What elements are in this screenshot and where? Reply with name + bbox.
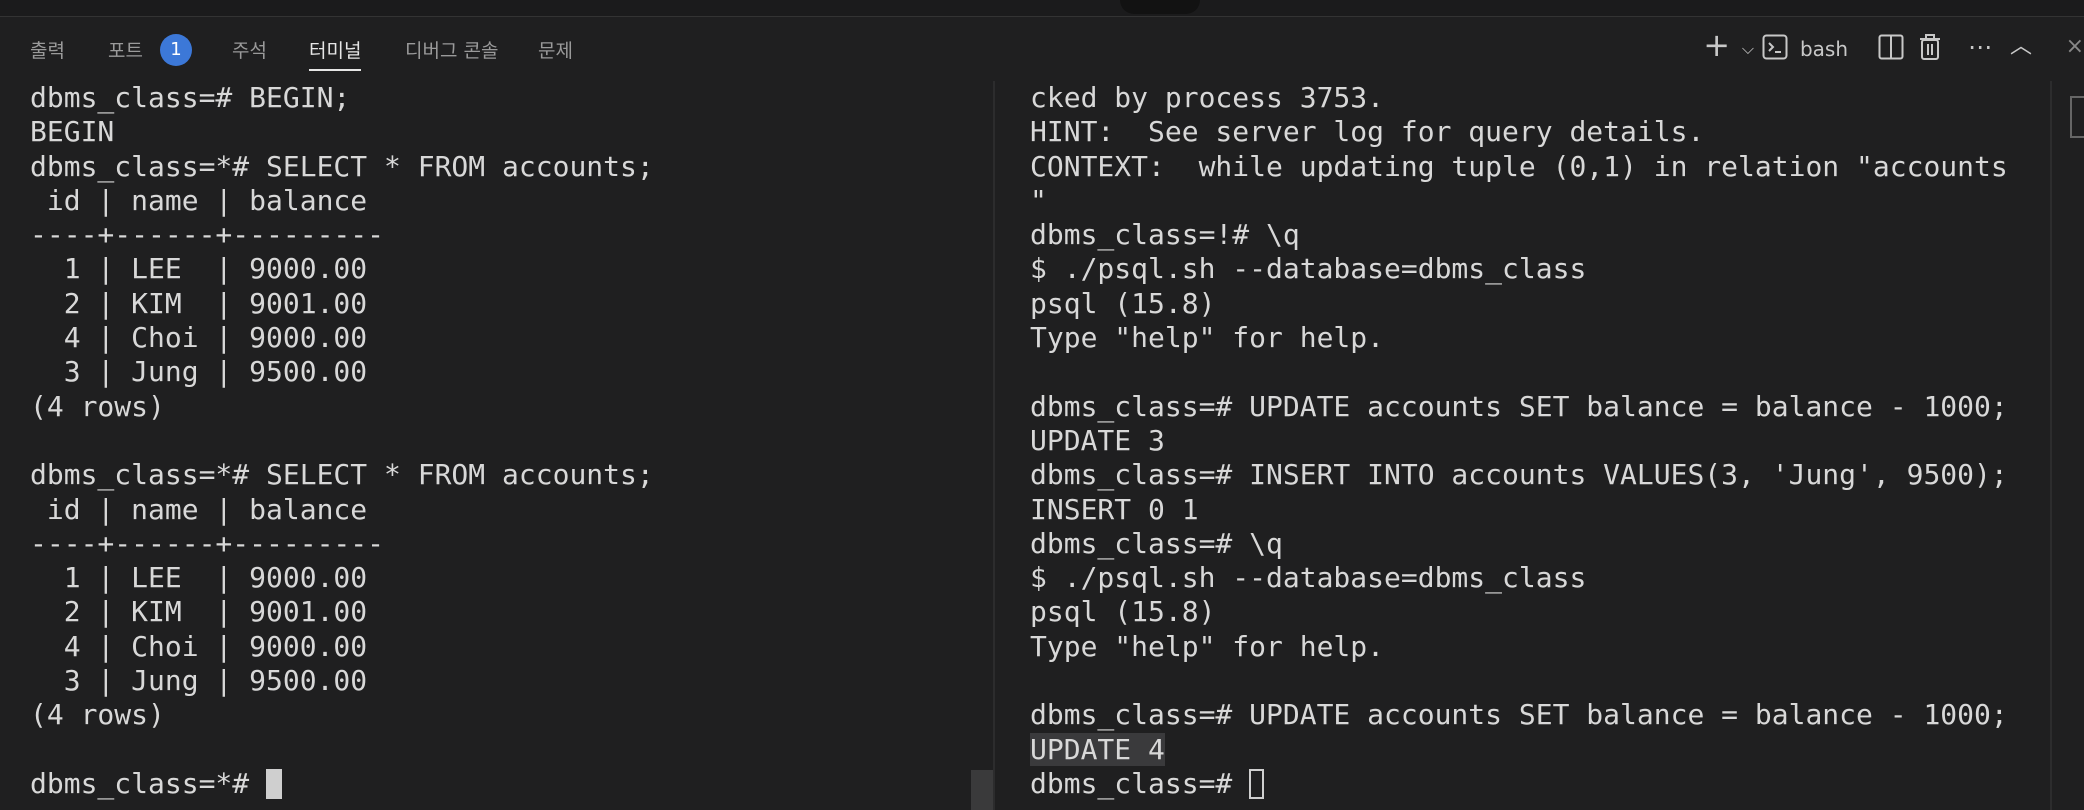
left-pane-scrollbar[interactable] [971,770,993,810]
terminal-line: 2 | KIM | 9001.00 [30,595,368,629]
close-icon[interactable]: × [2066,31,2084,63]
terminal-line: id | name | balance [30,492,368,526]
window-top-strip [0,0,2084,17]
terminal-prompt: dbms_class=*# [30,766,267,800]
chevron-down-icon[interactable]: ⌵ [1742,33,1754,65]
terminal-icon[interactable] [1762,34,1788,68]
terminal-line: Type "help" for help. [1030,321,1385,355]
terminal-output-left: dbms_class=# BEGIN; BEGIN dbms_class=*# … [30,81,970,801]
terminal-line: psql (15.8) [1030,286,1216,320]
terminal-line: 1 | LEE | 9000.00 [30,561,368,595]
terminal-line: Type "help" for help. [1030,629,1385,663]
terminal-pane-right[interactable]: cked by process 3753. HINT: See server l… [1030,81,2020,810]
tab-debug-console[interactable]: 디버그 콘솔 [405,39,498,63]
tab-terminal[interactable]: 터미널 [309,39,362,71]
terminal-line: dbms_class=# BEGIN; [30,81,351,114]
terminal-line: (4 rows) [30,389,165,423]
right-pane-scrollbar[interactable] [2050,81,2052,810]
terminal-line: (4 rows) [30,698,165,732]
terminal-line: INSERT 0 1 [1030,492,1199,526]
terminal-line: dbms_class=# INSERT INTO accounts VALUES… [1030,458,2008,492]
terminal-line: psql (15.8) [1030,595,1216,629]
terminal-line: dbms_class=# \q [1030,526,1283,560]
terminal-prompt: dbms_class=# [1030,766,1250,800]
terminal-line: BEGIN [30,115,115,149]
terminal-line: " [1030,183,1047,217]
terminal-line: $ ./psql.sh --database=dbms_class [1030,561,1587,595]
plus-icon[interactable]: + [1703,29,1730,61]
terminal-line: 4 | Choi | 9000.00 [30,629,368,663]
terminal-cursor [1249,768,1265,799]
more-icon[interactable]: ⋯ [1968,31,1992,63]
ports-count-badge: 1 [160,34,192,66]
terminal-line: 3 | Jung | 9500.00 [30,664,368,698]
terminal-line-selected: UPDATE 4 [1030,732,1165,766]
terminal-line: dbms_class=# UPDATE accounts SET balance… [1030,389,2008,423]
terminal-line: dbms_class=!# \q [1030,218,1300,252]
terminal-output-right: cked by process 3753. HINT: See server l… [1030,81,2020,801]
terminal-line: dbms_class=*# SELECT * FROM accounts; [30,149,654,183]
terminal-line: 4 | Choi | 9000.00 [30,321,368,355]
terminal-line: 2 | KIM | 9001.00 [30,286,368,320]
terminal-line: ----+------+--------- [30,526,385,560]
terminal-line: 1 | LEE | 9000.00 [30,252,368,286]
tab-ports[interactable]: 포트 [108,39,143,63]
terminal-line: 3 | Jung | 9500.00 [30,355,368,389]
tab-output[interactable]: 출력 [30,39,65,63]
terminal-line: id | name | balance [30,183,368,217]
camera-notch [1120,0,1200,14]
panel-tab-bar: 출력 포트 1 주석 터미널 디버그 콘솔 문제 + ⌵ bash ⋯ ︿ × [0,17,2084,81]
chevron-up-icon[interactable]: ︿ [2010,31,2032,63]
shell-name-label[interactable]: bash [1800,33,1848,65]
terminal-cursor [266,768,283,799]
pane-divider[interactable] [993,81,995,810]
terminal-line: CONTEXT: while updating tuple (0,1) in r… [1030,149,2008,183]
terminal-line: $ ./psql.sh --database=dbms_class [1030,252,1587,286]
terminal-line: UPDATE 3 [1030,423,1165,457]
minimap-edge-icon [2070,96,2084,138]
terminal-line: dbms_class=# UPDATE accounts SET balance… [1030,698,2008,732]
tab-comments[interactable]: 주석 [232,39,267,63]
trash-icon[interactable] [1918,33,1942,69]
terminal-line: ----+------+--------- [30,218,385,252]
tab-problems[interactable]: 문제 [538,39,573,63]
terminal-line: HINT: See server log for query details. [1030,115,1705,149]
split-icon[interactable] [1878,34,1904,68]
terminal-line: cked by process 3753. [1030,81,1385,114]
terminal-line: dbms_class=*# SELECT * FROM accounts; [30,458,654,492]
terminal-pane-left[interactable]: dbms_class=# BEGIN; BEGIN dbms_class=*# … [30,81,970,810]
